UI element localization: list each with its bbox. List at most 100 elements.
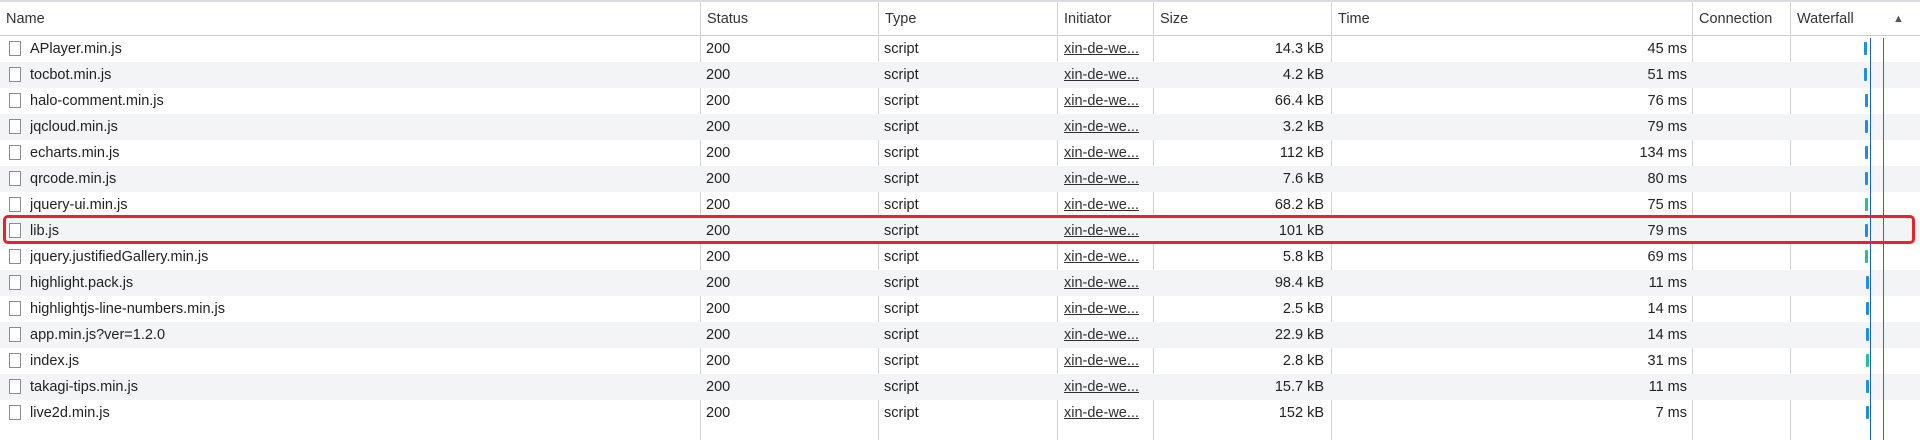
request-type: script (884, 119, 919, 135)
column-header-name[interactable]: Name (0, 2, 700, 35)
request-type: script (884, 379, 919, 395)
request-time: 69 ms (1647, 249, 1688, 265)
column-header-size[interactable]: Size (1154, 2, 1331, 35)
sort-ascending-icon[interactable]: ▲ (1893, 2, 1904, 35)
file-icon (9, 41, 21, 56)
waterfall-bar[interactable] (1866, 406, 1869, 419)
table-header: Name Status Type Initiator Size Time Con… (0, 2, 1920, 36)
request-status: 200 (706, 275, 731, 291)
table-row[interactable]: highlight.pack.js 200 script xin-de-we... 98… (0, 270, 1920, 296)
file-icon (9, 67, 21, 82)
file-icon (9, 301, 21, 316)
waterfall-bar[interactable] (1866, 302, 1869, 315)
table-row[interactable]: APlayer.min.js 200 script xin-de-we... 14.3 … (0, 36, 1920, 62)
request-initiator-link[interactable]: xin-de-we... (1058, 166, 1150, 192)
waterfall-bar[interactable] (1865, 94, 1868, 107)
request-initiator-link[interactable]: xin-de-we... (1058, 322, 1150, 348)
request-name: live2d.min.js (30, 405, 110, 421)
request-initiator-link[interactable]: xin-de-we... (1058, 140, 1150, 166)
request-size: 3.2 kB (1282, 119, 1324, 135)
waterfall-bar[interactable] (1864, 68, 1867, 81)
request-size: 15.7 kB (1274, 379, 1324, 395)
file-icon (9, 93, 21, 108)
table-row[interactable]: echarts.min.js 200 script xin-de-we... 112 k… (0, 140, 1920, 166)
column-header-waterfall[interactable]: Waterfall (1791, 2, 1891, 35)
request-size: 152 kB (1278, 405, 1324, 421)
request-name: echarts.min.js (30, 145, 120, 161)
column-header-status[interactable]: Status (701, 2, 878, 35)
request-time: 31 ms (1647, 353, 1688, 369)
request-status: 200 (706, 379, 731, 395)
waterfall-bar[interactable] (1866, 328, 1869, 341)
table-row[interactable]: qrcode.min.js 200 script xin-de-we... 7.6 kB… (0, 166, 1920, 192)
request-time: 14 ms (1647, 301, 1688, 317)
request-type: script (884, 405, 919, 421)
waterfall-bar[interactable] (1865, 198, 1868, 211)
column-header-time[interactable]: Time (1332, 2, 1692, 35)
request-connection (1693, 296, 1790, 322)
request-time: 51 ms (1647, 67, 1688, 83)
request-status: 200 (706, 93, 731, 109)
request-time: 79 ms (1647, 119, 1688, 135)
file-icon (9, 405, 21, 420)
request-size: 7.6 kB (1282, 171, 1324, 187)
table-row[interactable]: takagi-tips.min.js 200 script xin-de-we... 1… (0, 374, 1920, 400)
table-row[interactable]: highlightjs-line-numbers.min.js 200 script… (0, 296, 1920, 322)
request-initiator-link[interactable]: xin-de-we... (1058, 348, 1150, 374)
request-initiator-link[interactable]: xin-de-we... (1058, 88, 1150, 114)
request-initiator-link[interactable]: xin-de-we... (1058, 36, 1150, 62)
waterfall-bar[interactable] (1866, 354, 1869, 367)
request-connection (1693, 374, 1790, 400)
waterfall-bar[interactable] (1864, 42, 1867, 55)
table-row[interactable]: live2d.min.js 200 script xin-de-we... 152 kB… (0, 400, 1920, 426)
request-initiator-link[interactable]: xin-de-we... (1058, 114, 1150, 140)
table-row[interactable]: halo-comment.min.js 200 script xin-de-we...… (0, 88, 1920, 114)
request-name: qrcode.min.js (30, 171, 117, 187)
request-size: 5.8 kB (1282, 249, 1324, 265)
request-initiator-link[interactable]: xin-de-we... (1058, 270, 1150, 296)
request-connection (1693, 140, 1790, 166)
waterfall-bar[interactable] (1866, 276, 1869, 289)
table-row[interactable]: app.min.js?ver=1.2.0 200 script xin-de-we..… (0, 322, 1920, 348)
column-header-connection[interactable]: Connection (1693, 2, 1790, 35)
request-size: 14.3 kB (1274, 41, 1324, 57)
waterfall-bar[interactable] (1865, 120, 1868, 133)
request-status: 200 (706, 327, 731, 343)
file-icon (9, 275, 21, 290)
request-name: APlayer.min.js (30, 41, 122, 57)
request-connection (1693, 166, 1790, 192)
request-size: 4.2 kB (1282, 67, 1324, 83)
request-status: 200 (706, 405, 731, 421)
waterfall-bar[interactable] (1865, 250, 1868, 263)
column-header-initiator[interactable]: Initiator (1058, 2, 1153, 35)
request-status: 200 (706, 41, 731, 57)
request-name: highlight.pack.js (30, 275, 134, 291)
file-icon (9, 145, 21, 160)
request-initiator-link[interactable]: xin-de-we... (1058, 400, 1150, 426)
request-initiator-link[interactable]: xin-de-we... (1058, 244, 1150, 270)
request-type: script (884, 327, 919, 343)
table-row[interactable]: jquery.justifiedGallery.min.js 200 script x… (0, 244, 1920, 270)
request-initiator-link[interactable]: xin-de-we... (1058, 374, 1150, 400)
table-row[interactable]: tocbot.min.js 200 script xin-de-we... 4.2 kB… (0, 62, 1920, 88)
request-initiator-link[interactable]: xin-de-we... (1058, 296, 1150, 322)
waterfall-bar[interactable] (1865, 146, 1868, 159)
file-icon (9, 379, 21, 394)
request-type: script (884, 249, 919, 265)
request-status: 200 (706, 301, 731, 317)
request-status: 200 (706, 353, 731, 369)
request-size: 22.9 kB (1274, 327, 1324, 343)
table-row[interactable]: jqcloud.min.js 200 script xin-de-we... 3.2 k… (0, 114, 1920, 140)
waterfall-bar[interactable] (1866, 380, 1869, 393)
request-time: 76 ms (1647, 93, 1688, 109)
request-connection (1693, 88, 1790, 114)
request-initiator-link[interactable]: xin-de-we... (1058, 62, 1150, 88)
waterfall-bar[interactable] (1865, 172, 1868, 185)
request-status: 200 (706, 119, 731, 135)
request-time: 11 ms (1648, 275, 1687, 291)
request-type: script (884, 353, 919, 369)
request-size: 112 kB (1279, 145, 1324, 161)
column-header-type[interactable]: Type (879, 2, 1056, 35)
request-type: script (884, 41, 919, 57)
table-row[interactable]: index.js 200 script xin-de-we... 2.8 kB 31 ms (0, 348, 1920, 374)
